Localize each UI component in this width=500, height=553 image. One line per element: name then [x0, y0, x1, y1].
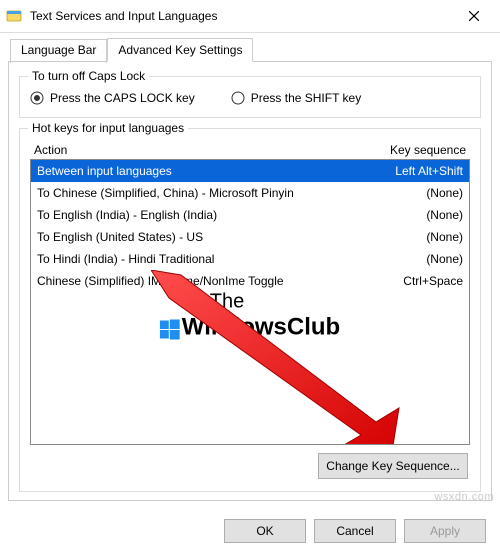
list-item[interactable]: To Hindi (India) - Hindi Traditional (No…: [31, 248, 469, 270]
caps-lock-group-title: To turn off Caps Lock: [28, 69, 149, 83]
tab-panel: To turn off Caps Lock Press the CAPS LOC…: [8, 61, 492, 501]
caps-lock-group: To turn off Caps Lock Press the CAPS LOC…: [19, 76, 481, 118]
ok-button[interactable]: OK: [224, 519, 306, 543]
list-item-key: (None): [363, 206, 463, 224]
close-button[interactable]: [454, 0, 494, 32]
column-headers: Action Key sequence: [30, 143, 470, 157]
list-item-action: To English (United States) - US: [37, 228, 363, 246]
radio-unselected-icon: [231, 91, 245, 105]
radio-caps-lock-key[interactable]: Press the CAPS LOCK key: [30, 91, 195, 105]
tab-language-bar[interactable]: Language Bar: [10, 39, 107, 63]
annotation-arrow: [151, 270, 401, 445]
tab-strip: Language Bar Advanced Key Settings: [10, 37, 492, 61]
list-item[interactable]: Between input languages Left Alt+Shift: [31, 160, 469, 182]
radio-shift-label: Press the SHIFT key: [251, 91, 361, 105]
list-item[interactable]: To English (India) - English (India) (No…: [31, 204, 469, 226]
watermark-line1: The: [160, 291, 340, 314]
change-key-sequence-button[interactable]: Change Key Sequence...: [318, 453, 468, 479]
column-key-sequence: Key sequence: [366, 143, 466, 157]
list-item-action: To Chinese (Simplified, China) - Microso…: [37, 184, 363, 202]
radio-caps-lock-label: Press the CAPS LOCK key: [50, 91, 195, 105]
window-title: Text Services and Input Languages: [30, 9, 454, 23]
list-item-key: (None): [363, 250, 463, 268]
radio-shift-key[interactable]: Press the SHIFT key: [231, 91, 361, 105]
watermark-logo: The WindowsClub: [160, 291, 340, 342]
list-item[interactable]: Chinese (Simplified) IME - Ime/NonIme To…: [31, 270, 469, 292]
cancel-button[interactable]: Cancel: [314, 519, 396, 543]
list-item[interactable]: To English (United States) - US (None): [31, 226, 469, 248]
column-action: Action: [34, 143, 366, 157]
radio-selected-icon: [30, 91, 44, 105]
watermark-line2: WindowsClub: [160, 314, 340, 342]
list-item-action: To English (India) - English (India): [37, 206, 363, 224]
hotkeys-group-title: Hot keys for input languages: [28, 121, 188, 135]
titlebar: Text Services and Input Languages: [0, 0, 500, 32]
list-item-key: Ctrl+Space: [363, 272, 463, 290]
tab-advanced-key-settings[interactable]: Advanced Key Settings: [107, 38, 253, 62]
list-item-action: To Hindi (India) - Hindi Traditional: [37, 250, 363, 268]
hotkeys-listbox[interactable]: Between input languages Left Alt+Shift T…: [30, 159, 470, 445]
list-item[interactable]: To Chinese (Simplified, China) - Microso…: [31, 182, 469, 204]
apply-button[interactable]: Apply: [404, 519, 486, 543]
list-item-key: Left Alt+Shift: [363, 162, 463, 180]
windows-flag-icon: [160, 318, 180, 338]
list-item-action: Between input languages: [37, 162, 363, 180]
dialog-footer: OK Cancel Apply: [0, 509, 500, 553]
window-icon: [6, 8, 22, 24]
hotkeys-group: Hot keys for input languages Action Key …: [19, 128, 481, 492]
close-icon: [469, 11, 479, 21]
list-item-action: Chinese (Simplified) IME - Ime/NonIme To…: [37, 272, 363, 290]
site-watermark: wsxdn.com: [434, 491, 494, 503]
list-item-key: (None): [363, 184, 463, 202]
dialog-body: Language Bar Advanced Key Settings To tu…: [0, 32, 500, 509]
list-item-key: (None): [363, 228, 463, 246]
